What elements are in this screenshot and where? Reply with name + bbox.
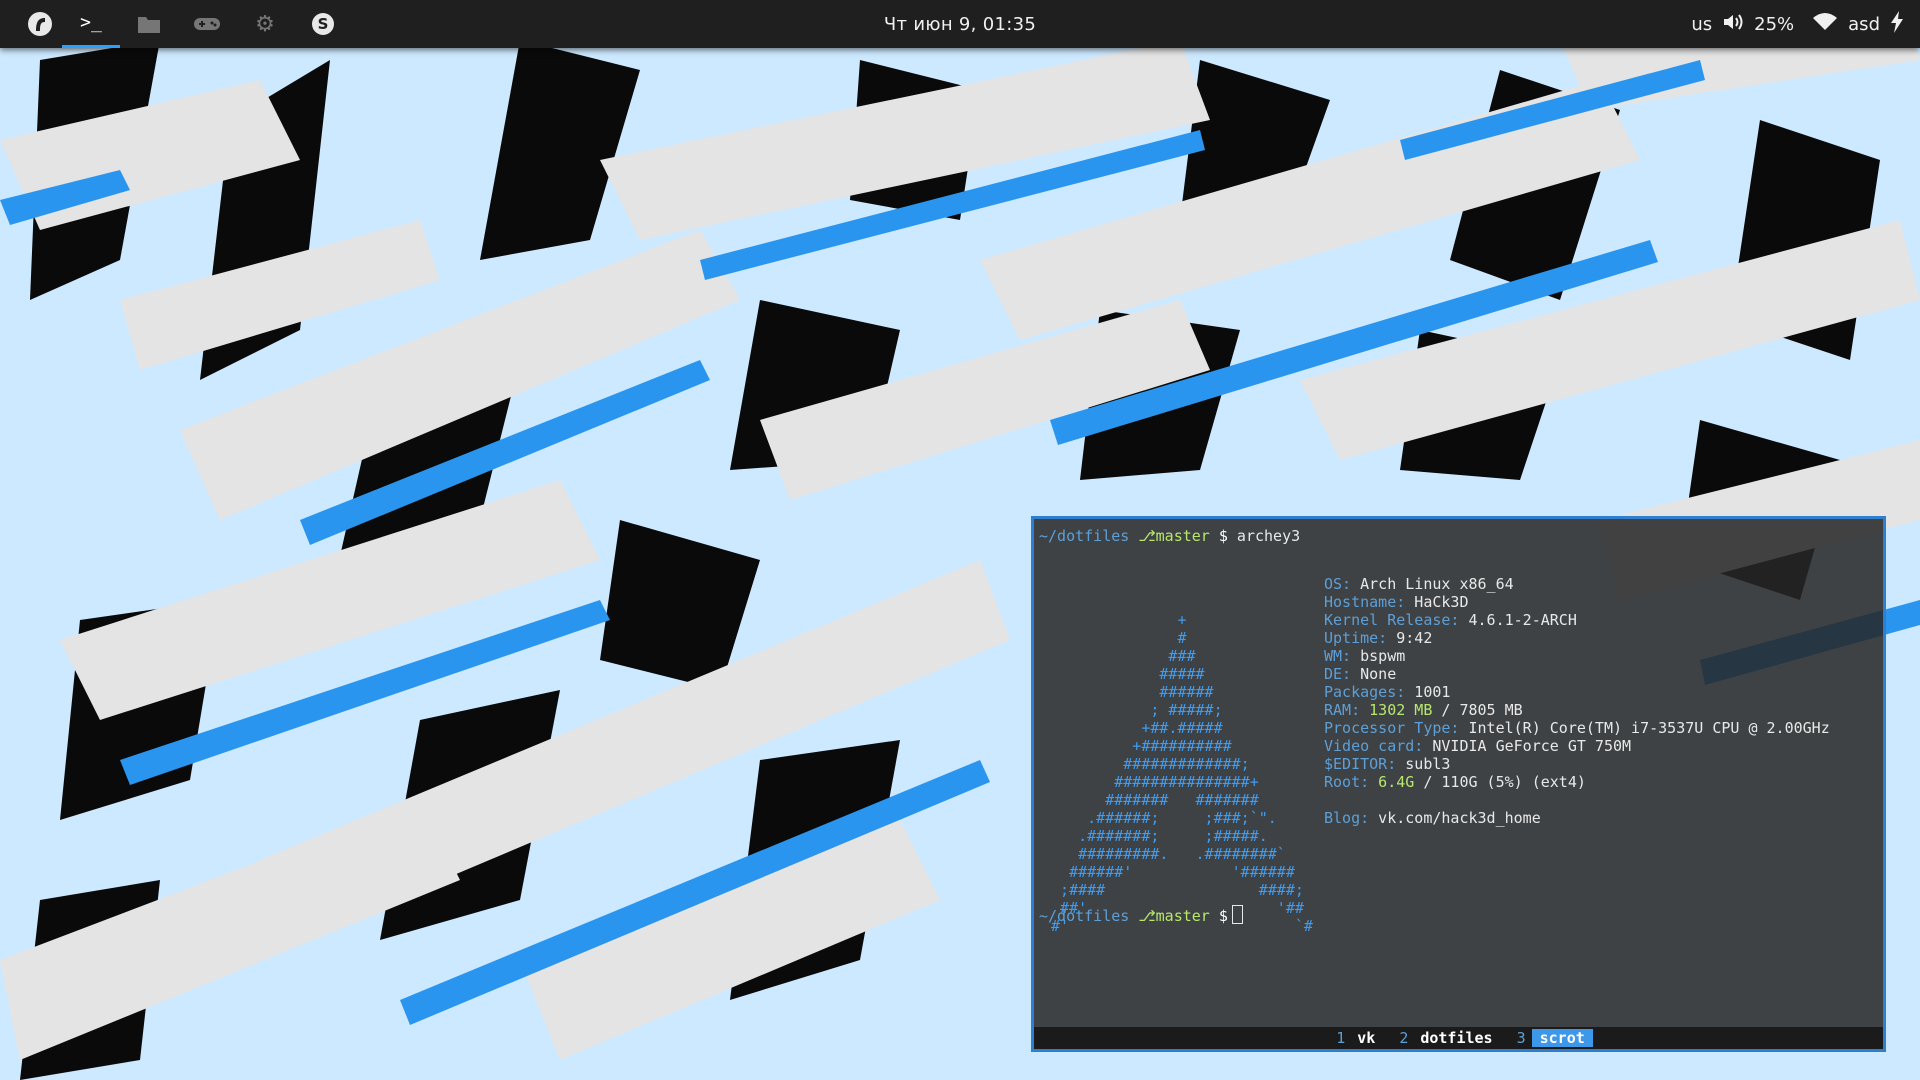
folder-icon[interactable] [120,0,178,48]
prompt-branch: ⎇master [1138,527,1210,545]
info-row-blog: Blog: vk.com/hack3d_home [1324,809,1541,827]
info-row-packages: Packages: 1001 [1324,683,1451,701]
info-row-de: DE: None [1324,665,1397,683]
svg-text:S: S [318,15,329,33]
tmux-status-bar: 1 vk 2 dotfiles 3 scrot [1034,1027,1883,1049]
workspace-1-number[interactable]: 1 [1336,1029,1345,1047]
info-row-ram: RAM: 1302 MB / 7805 MB [1324,701,1523,719]
info-row-wm: WM: bspwm [1324,647,1406,665]
wifi-network-name: asd [1848,13,1880,35]
system-tray: us 25% asd [1691,0,1904,48]
terminal-window[interactable]: ~/dotfiles ⎇master $ archey3 + # ### ###… [1031,516,1886,1052]
system-info: OS: Arch Linux x86_64 Hostname: HaCk3D K… [1324,575,1830,827]
prompt-symbol: $ [1218,527,1228,545]
info-row-os: OS: Arch Linux x86_64 [1324,575,1514,593]
prompt-line: ~/dotfiles ⎇master $ archey3 [1039,527,1300,545]
clock[interactable]: Чт июн 9, 01:35 [884,0,1036,48]
terminal-glyph: >_ [80,12,102,33]
power-icon[interactable] [1890,10,1904,38]
prompt-line-current[interactable]: ~/dotfiles ⎇master $ [1039,905,1243,925]
workspace-1-name[interactable]: vk [1351,1029,1381,1047]
info-row-processor: Processor Type: Intel(R) Core(TM) i7-353… [1324,719,1830,737]
prompt-path: ~/dotfiles [1039,527,1130,545]
skype-icon[interactable]: S [294,0,352,48]
terminal-icon[interactable]: >_ [62,0,120,48]
top-panel: >_ ⚙ S Чт июн 9, 01:35 us 25% asd [0,0,1920,48]
workspace-3-number[interactable]: 3 [1517,1029,1526,1047]
gamepad-icon[interactable] [178,0,236,48]
volume-icon[interactable] [1722,12,1744,37]
workspace-3-name-active[interactable]: scrot [1531,1029,1593,1047]
keyboard-layout[interactable]: us [1691,14,1712,35]
fedora-like-logo-icon[interactable] [18,0,62,48]
info-row-uptime: Uptime: 9:42 [1324,629,1433,647]
info-row-blank [1324,791,1830,809]
text-cursor [1231,905,1243,924]
command-text: archey3 [1236,527,1301,545]
app-launcher-bar: >_ ⚙ S [0,0,352,48]
info-row-video: Video card: NVIDIA GeForce GT 750M [1324,737,1632,755]
workspace-2-number[interactable]: 2 [1399,1029,1408,1047]
info-row-hostname: Hostname: HaCk3D [1324,593,1469,611]
info-row-kernel: Kernel Release: 4.6.1-2-ARCH [1324,611,1577,629]
info-row-editor: $EDITOR: subl3 [1324,755,1451,773]
wifi-icon[interactable] [1812,12,1838,37]
workspace-2-name[interactable]: dotfiles [1414,1029,1498,1047]
volume-level: 25% [1754,13,1795,35]
info-row-root: Root: 6.4G / 110G (5%) (ext4) [1324,773,1586,791]
gear-icon[interactable]: ⚙ [236,0,294,48]
